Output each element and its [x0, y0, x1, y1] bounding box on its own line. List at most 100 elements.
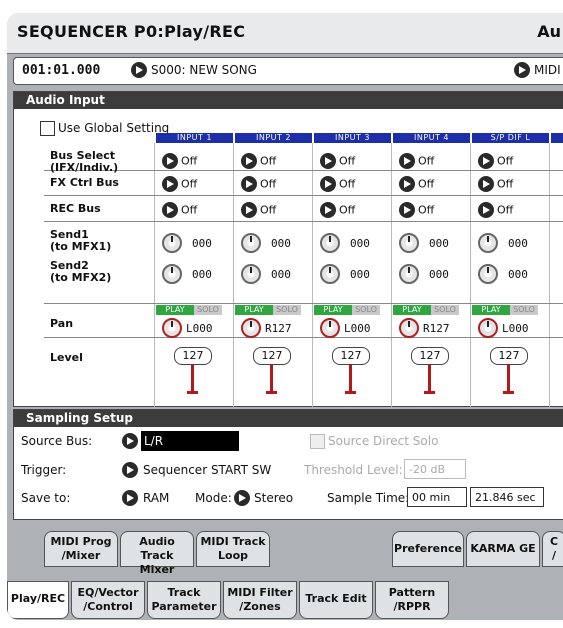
play-button[interactable]: PLAY	[472, 305, 510, 315]
knob-icon	[478, 264, 498, 284]
arrow-icon	[162, 202, 178, 218]
tab-eq-vector-control[interactable]: EQ/Vector/Control	[71, 581, 145, 619]
rec-bus-4[interactable]: Off	[399, 202, 434, 220]
rec-bus-5[interactable]: Off	[478, 202, 513, 220]
threshold-label: Threshold Level:	[304, 463, 403, 477]
source-bus-value[interactable]: L/R	[141, 431, 239, 451]
tab-track-edit[interactable]: Track Edit	[299, 581, 373, 619]
arrow-icon	[162, 176, 178, 192]
divider	[44, 303, 563, 304]
song-name[interactable]: S000: NEW SONG	[151, 63, 257, 77]
threshold-input[interactable]: -20 dB	[404, 459, 466, 479]
sample-time-min[interactable]: 00 min	[407, 487, 467, 507]
pan-knob-3[interactable]: L000	[320, 318, 371, 338]
level-slider-5[interactable]: 127	[490, 347, 530, 397]
play-button[interactable]: PLAY	[156, 305, 194, 315]
title-bar: SEQUENCER P0:Play/REC Au	[7, 13, 563, 54]
arrow-icon	[241, 153, 257, 169]
tab-partial[interactable]: C /	[542, 531, 563, 567]
arrow-icon	[399, 202, 415, 218]
channel-header-1: INPUT 1	[156, 133, 233, 143]
location-display[interactable]: 001:01.000	[22, 63, 100, 78]
pan-knob-2[interactable]: R127	[241, 318, 292, 338]
tab-audio-track-mixer[interactable]: Audio Track Mixer	[120, 531, 194, 576]
send2-knob-1[interactable]: 000	[162, 264, 212, 284]
source-bus-arrow-icon[interactable]	[122, 433, 138, 449]
tab-midi-track-loop[interactable]: MIDI Track Loop	[196, 531, 270, 567]
send1-knob-1[interactable]: 000	[162, 233, 212, 253]
use-global-checkbox[interactable]	[40, 121, 55, 136]
solo-button[interactable]: SOLO	[273, 305, 301, 315]
level-slider-3[interactable]: 127	[332, 347, 372, 397]
solo-button[interactable]: SOLO	[194, 305, 222, 315]
send2-knob-3[interactable]: 000	[320, 264, 370, 284]
bus-select-4[interactable]: Off	[399, 153, 434, 171]
rec-bus-2[interactable]: Off	[241, 202, 276, 220]
tab-preference[interactable]: Preference	[392, 531, 464, 567]
knob-icon	[478, 233, 498, 253]
knob-icon	[162, 233, 182, 253]
pan-knob-icon	[478, 318, 498, 338]
arrow-icon	[478, 202, 494, 218]
tab-midi-filter-zones[interactable]: MIDI Filter/Zones	[223, 581, 297, 619]
send2-knob-2[interactable]: 000	[241, 264, 291, 284]
midi-arrow-icon[interactable]	[514, 62, 530, 78]
screen: SEQUENCER P0:Play/REC Au 001:01.000 S000…	[0, 0, 563, 628]
solo-button[interactable]: SOLO	[431, 305, 459, 315]
solo-button[interactable]: SOLO	[352, 305, 380, 315]
bus-select-2[interactable]: Off	[241, 153, 276, 171]
tab-play-rec[interactable]: Play/REC	[7, 581, 69, 619]
play-solo-4: PLAY SOLO	[393, 305, 459, 315]
play-button[interactable]: PLAY	[235, 305, 273, 315]
play-button[interactable]: PLAY	[314, 305, 352, 315]
send1-knob-4[interactable]: 000	[399, 233, 449, 253]
fx-ctrl-bus-label: FX Ctrl Bus	[50, 176, 119, 189]
pan-knob-4[interactable]: R127	[399, 318, 450, 338]
level-slider-4[interactable]: 127	[411, 347, 451, 397]
rec-bus-1[interactable]: Off	[162, 202, 197, 220]
fx-ctrl-bus-2[interactable]: Off	[241, 176, 276, 194]
bus-select-1[interactable]: Off	[162, 153, 197, 171]
save-to-arrow-icon[interactable]	[122, 490, 138, 506]
pan-knob-icon	[399, 318, 419, 338]
pan-label: Pan	[50, 317, 74, 330]
pan-knob-1[interactable]: L000	[162, 318, 213, 338]
divider	[470, 143, 471, 407]
mode-arrow-icon[interactable]	[234, 490, 250, 506]
midi-label[interactable]: MIDI	[534, 63, 561, 77]
send1-knob-3[interactable]: 000	[320, 233, 370, 253]
tab-pattern-rppr[interactable]: Pattern/RPPR	[375, 581, 449, 619]
save-to-value[interactable]: RAM	[143, 491, 169, 505]
fx-ctrl-bus-1[interactable]: Off	[162, 176, 197, 194]
trigger-arrow-icon[interactable]	[122, 462, 138, 478]
divider	[312, 143, 313, 407]
arrow-icon	[162, 153, 178, 169]
pan-knob-5[interactable]: L000	[478, 318, 529, 338]
tab-karma-ge[interactable]: KARMA GE	[466, 531, 540, 567]
solo-button[interactable]: SOLO	[510, 305, 538, 315]
sample-time-sec[interactable]: 21.846 sec	[470, 487, 544, 507]
tab-midi-prog-mixer[interactable]: MIDI Prog/Mixer	[44, 531, 118, 567]
trigger-value[interactable]: Sequencer START SW	[143, 463, 271, 477]
fx-ctrl-bus-5[interactable]: Off	[478, 176, 513, 194]
send2-knob-4[interactable]: 000	[399, 264, 449, 284]
bus-select-3[interactable]: Off	[320, 153, 355, 171]
song-select-arrow-icon[interactable]	[131, 62, 147, 78]
mode-value[interactable]: Stereo	[254, 491, 293, 505]
tab-track-parameter[interactable]: Track Parameter	[147, 581, 221, 619]
fx-ctrl-bus-4[interactable]: Off	[399, 176, 434, 194]
rec-bus-3[interactable]: Off	[320, 202, 355, 220]
send2-knob-5[interactable]: 000	[478, 264, 528, 284]
bus-select-5[interactable]: Off	[478, 153, 513, 171]
level-slider-1[interactable]: 127	[174, 347, 214, 397]
send1-knob-2[interactable]: 000	[241, 233, 291, 253]
send1-label: Send1 (to MFX1)	[50, 228, 112, 253]
fx-ctrl-bus-3[interactable]: Off	[320, 176, 355, 194]
sampling-setup-title: Sampling Setup	[14, 410, 563, 427]
rec-bus-label: REC Bus	[50, 202, 101, 215]
arrow-icon	[241, 176, 257, 192]
level-slider-2[interactable]: 127	[253, 347, 293, 397]
source-direct-solo-checkbox[interactable]	[310, 434, 325, 449]
play-button[interactable]: PLAY	[393, 305, 431, 315]
send1-knob-5[interactable]: 000	[478, 233, 528, 253]
